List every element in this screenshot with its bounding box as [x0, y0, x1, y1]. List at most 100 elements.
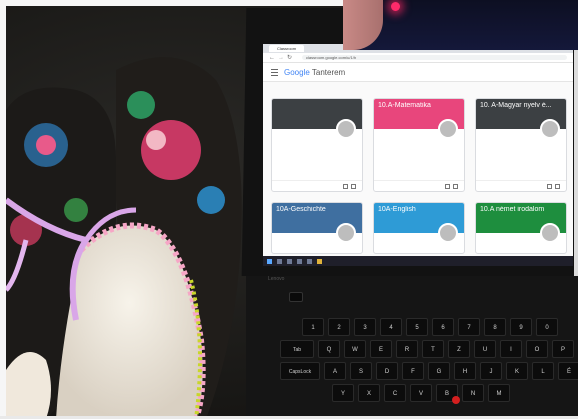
teacher-avatar [336, 119, 356, 139]
class-card[interactable]: 10. A-Magyar nyelv é... [475, 98, 567, 192]
hamburger-menu-icon[interactable] [271, 68, 278, 76]
keyboard-key[interactable]: É [558, 362, 578, 380]
keyboard-key[interactable]: W [344, 340, 366, 358]
assignment-icon[interactable] [547, 184, 552, 189]
keyboard-key[interactable]: D [376, 362, 398, 380]
browser-toolbar: ← → ↻ classroom.google.com/u/1/h [263, 53, 573, 63]
keyboard-key[interactable]: I [500, 340, 522, 358]
reload-icon[interactable]: ↻ [287, 54, 292, 61]
keyboard-key[interactable]: P [552, 340, 574, 358]
photo-scene: Classroom ← → ↻ classroom.google.com/u/1… [0, 0, 578, 419]
taskbar-app-icon[interactable] [297, 258, 302, 264]
teacher-avatar [540, 119, 560, 139]
folder-icon[interactable] [555, 184, 560, 189]
class-card-footer [476, 180, 566, 191]
keyboard-key-modifier[interactable]: Tab [280, 340, 314, 358]
assignment-icon[interactable] [445, 184, 450, 189]
flower-center [36, 135, 56, 155]
browser-tab[interactable]: Classroom [269, 45, 305, 52]
keyboard-key[interactable]: T [422, 340, 444, 358]
keyboard-key[interactable]: H [454, 362, 476, 380]
embroidered-slippers [6, 57, 242, 419]
class-card[interactable]: 10.A-Matematika [373, 98, 465, 192]
keyboard-key[interactable]: U [474, 340, 496, 358]
trackpoint[interactable] [452, 396, 460, 404]
flower-petal [146, 130, 166, 150]
windows-taskbar [263, 256, 573, 266]
keyboard-key-modifier[interactable]: CapsLock [280, 362, 320, 380]
keyboard-key[interactable]: J [480, 362, 502, 380]
keyboard-key[interactable]: 1 [302, 318, 324, 336]
keyboard: 1 2 3 4 5 6 7 8 9 0 Q W E R T Z U I O P A S D F G H J K L É Y X C V B N M Tab… [280, 318, 578, 418]
keyboard-key[interactable]: O [526, 340, 548, 358]
keyboard-key[interactable]: 5 [406, 318, 428, 336]
left-fleece [6, 352, 51, 419]
laptop-screen: Classroom ← → ↻ classroom.google.com/u/1… [263, 44, 573, 266]
keyboard-key[interactable]: 4 [380, 318, 402, 336]
keyboard-key[interactable]: S [350, 362, 372, 380]
teacher-avatar [336, 223, 356, 243]
keyboard-key[interactable]: 7 [458, 318, 480, 336]
class-card-footer [374, 180, 464, 191]
corner-inset-photo [343, 0, 578, 50]
keyboard-key[interactable]: Z [448, 340, 470, 358]
class-card-title[interactable]: 10. A-Magyar nyelv é... [480, 102, 562, 109]
pink-flower [141, 120, 201, 180]
taskbar-search-icon[interactable] [277, 258, 282, 264]
address-bar-input[interactable]: classroom.google.com/u/1/h [302, 55, 567, 60]
keyboard-key[interactable]: G [428, 362, 450, 380]
teacher-avatar [540, 223, 560, 243]
back-arrow-icon[interactable]: ← [269, 55, 275, 61]
windows-start-icon[interactable] [267, 258, 272, 264]
app-title: Google Tanterem [284, 68, 345, 77]
blue-leaf [197, 186, 225, 214]
keyboard-key[interactable]: F [402, 362, 424, 380]
keyboard-key[interactable]: R [396, 340, 418, 358]
hand-shape [343, 0, 383, 50]
keyboard-key[interactable]: L [532, 362, 554, 380]
keyboard-key[interactable]: K [506, 362, 528, 380]
taskbar-browser-icon[interactable] [317, 258, 322, 264]
class-card[interactable]: 10A-Geschichte [271, 202, 363, 254]
keyboard-key[interactable]: 9 [510, 318, 532, 336]
folder-icon[interactable] [453, 184, 458, 189]
assignment-icon[interactable] [343, 184, 348, 189]
keyboard-key[interactable]: A [324, 362, 346, 380]
class-card[interactable] [271, 98, 363, 192]
class-card-footer [272, 180, 362, 191]
keyboard-key[interactable]: E [370, 340, 392, 358]
forward-arrow-icon[interactable]: → [278, 55, 284, 61]
app-brand: Google [284, 67, 310, 77]
teacher-avatar [438, 119, 458, 139]
class-card-title[interactable]: 10.A német irodalom [480, 206, 562, 213]
keyboard-key[interactable]: C [384, 384, 406, 402]
taskbar-app-icon[interactable] [287, 258, 292, 264]
classroom-app-bar: Google Tanterem [263, 63, 573, 82]
class-card-title[interactable]: 10A-English [378, 206, 460, 213]
keyboard-key[interactable]: 0 [536, 318, 558, 336]
keyboard-key[interactable]: 8 [484, 318, 506, 336]
class-card-title[interactable]: 10A-Geschichte [276, 206, 358, 213]
keyboard-key[interactable]: N [462, 384, 484, 402]
teacher-avatar [438, 223, 458, 243]
folder-icon[interactable] [351, 184, 356, 189]
keyboard-key[interactable]: M [488, 384, 510, 402]
keyboard-key[interactable]: Y [332, 384, 354, 402]
pink-light-dot [391, 2, 400, 11]
power-button[interactable] [289, 292, 303, 302]
app-product: Tanterem [311, 67, 346, 77]
class-card[interactable]: 10A-English [373, 202, 465, 254]
keyboard-key[interactable]: 2 [328, 318, 350, 336]
image-border-top [0, 0, 343, 6]
keyboard-key[interactable]: X [358, 384, 380, 402]
keyboard-key[interactable]: V [410, 384, 432, 402]
keyboard-key[interactable]: Q [318, 340, 340, 358]
green-flower [64, 198, 88, 222]
taskbar-app-icon[interactable] [307, 258, 312, 264]
laptop-logo: Lenovo [268, 276, 285, 282]
keyboard-key[interactable]: 3 [354, 318, 376, 336]
class-card-title[interactable]: 10.A-Matematika [378, 102, 460, 109]
keyboard-key[interactable]: 6 [432, 318, 454, 336]
green-leaf [127, 91, 155, 119]
class-card[interactable]: 10.A német irodalom [475, 202, 567, 254]
